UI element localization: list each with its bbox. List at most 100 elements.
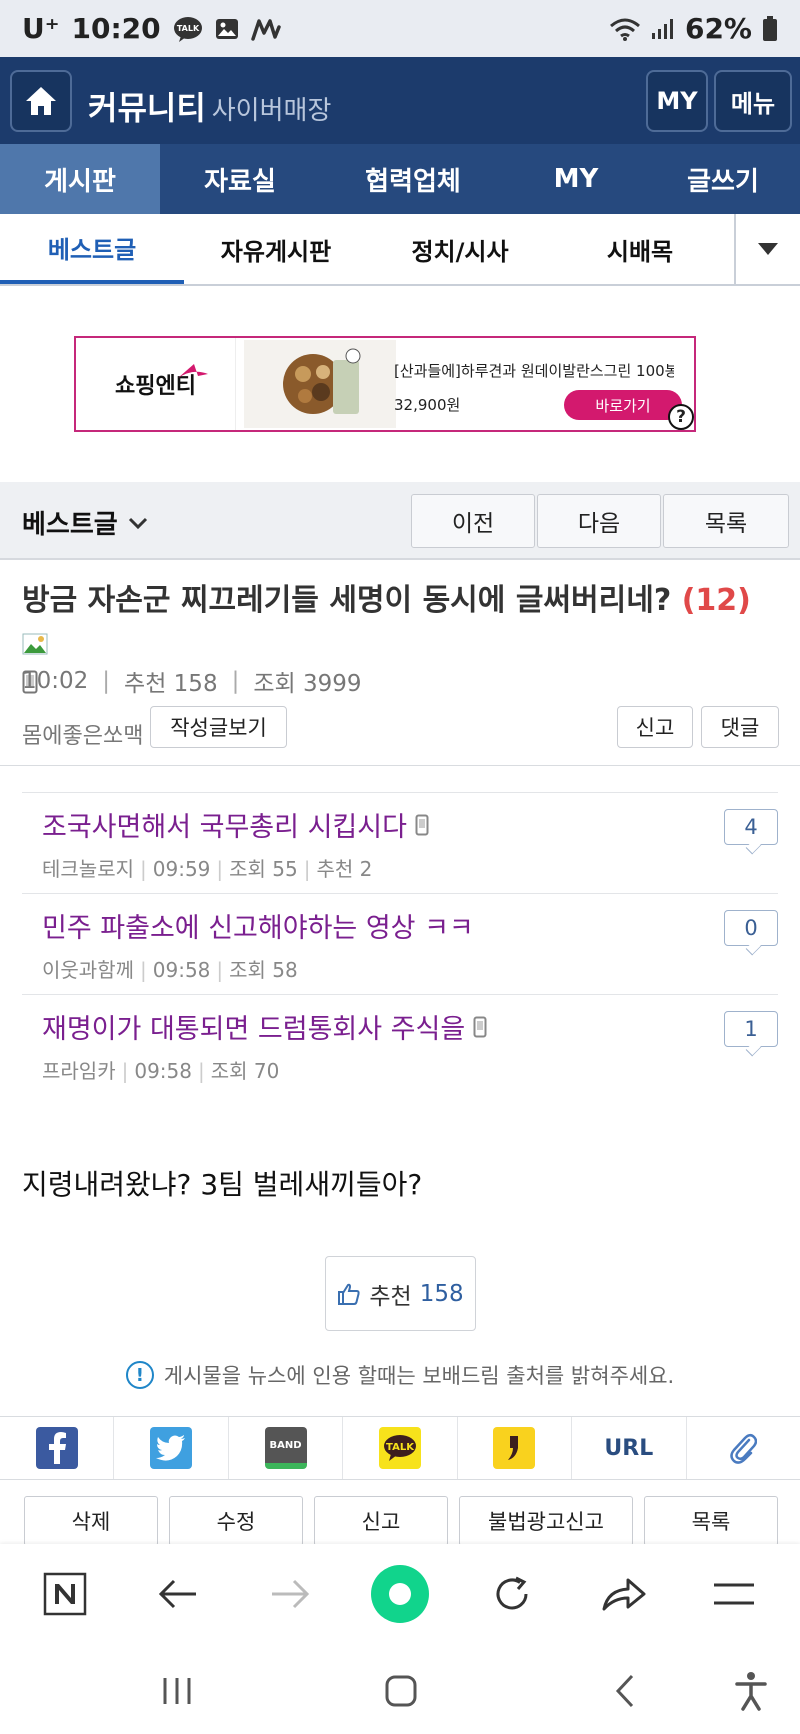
ad-help-icon[interactable]: ? — [668, 404, 694, 430]
share-band[interactable]: BAND — [229, 1417, 344, 1479]
ad-banner[interactable]: 쇼핑엔티 [산과들에]하루견과 원데이발란스그린 100봉 ... 32,900… — [74, 336, 696, 432]
sub-nav: 베스트글 자유게시판 정치/시사 시배목 — [0, 214, 800, 286]
info-icon: ! — [125, 1361, 154, 1389]
share-twitter[interactable] — [114, 1417, 229, 1479]
clock: 10:20 — [71, 12, 161, 45]
menu-button[interactable]: 메뉴 — [714, 70, 792, 132]
share-url[interactable]: URL — [572, 1417, 687, 1479]
mobile-icon — [415, 814, 429, 835]
home-icon — [26, 87, 56, 115]
prev-button[interactable]: 이전 — [411, 494, 535, 548]
main-nav-board[interactable]: 게시판 — [0, 144, 160, 214]
share-bar: BAND TALK URL — [0, 1416, 800, 1480]
dropdown-triangle-icon — [758, 243, 778, 255]
site-brand[interactable]: 커뮤니티 사이버매장 — [88, 83, 331, 129]
related-post[interactable]: 조국사면해서 국무총리 시킵시다 테크놀로지 | 09:59 | 조회 55 | 추천 2 … — [22, 792, 778, 892]
svg-text:TALK: TALK — [176, 24, 199, 33]
battery-percent: 62% — [684, 12, 752, 45]
related-post-title[interactable]: 민주 파출소에 신고해야하는 영상 ㅋㅋ — [42, 906, 474, 945]
edit-button[interactable]: 수정 — [169, 1496, 303, 1546]
list-button[interactable]: 목록 — [663, 494, 789, 548]
home-system-button[interactable] — [376, 1666, 426, 1716]
main-nav-write[interactable]: 글쓰기 — [646, 144, 800, 214]
twitter-icon — [150, 1427, 193, 1469]
ad-logo: 쇼핑엔티 — [76, 338, 236, 430]
naver-button[interactable] — [37, 1566, 93, 1622]
main-nav-partners[interactable]: 협력업체 — [320, 144, 506, 214]
post-actions: 삭제 수정 신고 불법광고신고 목록 — [0, 1496, 800, 1546]
share-clip[interactable] — [687, 1417, 800, 1479]
whale-home-button[interactable] — [370, 1564, 430, 1624]
share-facebook[interactable] — [0, 1417, 115, 1479]
related-post-title[interactable]: 조국사면해서 국무총리 시킵시다 — [42, 805, 407, 844]
sub-nav-politics[interactable]: 정치/시사 — [368, 214, 552, 284]
forward-button[interactable] — [262, 1566, 318, 1622]
back-system-button[interactable] — [600, 1666, 650, 1716]
sub-nav-dropdown[interactable] — [734, 214, 800, 284]
related-post[interactable]: 재명이가 대통되면 드럼통회사 주식을 프라임카 | 09:58 | 조회 70 1 — [22, 994, 778, 1094]
main-nav-archive[interactable]: 자료실 — [160, 144, 320, 214]
back-button[interactable] — [150, 1566, 206, 1622]
post-body: 지령내려왔냐? 3팀 벌레새끼들아? — [22, 1168, 423, 1201]
share-page-button[interactable] — [596, 1566, 652, 1622]
main-nav: 게시판 자료실 협력업체 MY 글쓰기 — [0, 144, 800, 214]
related-post-time: 09:59 — [152, 857, 211, 881]
related-post-author: 프라임카 — [42, 1059, 116, 1083]
report-post-button[interactable]: 신고 — [314, 1496, 448, 1546]
battery-icon — [762, 15, 778, 42]
chevron-left-icon — [615, 1674, 634, 1708]
naver-n-icon — [43, 1572, 87, 1616]
url-label: URL — [604, 1435, 654, 1461]
share-kakaotalk[interactable]: TALK — [343, 1417, 458, 1479]
home-button[interactable] — [10, 70, 72, 132]
gallery-notification-icon — [215, 17, 239, 41]
ad-go-button[interactable]: 바로가기 — [564, 390, 682, 420]
related-post-author: 테크놀로지 — [42, 857, 134, 881]
related-post-views: 조회 58 — [229, 958, 298, 982]
comment-count[interactable]: (12) — [682, 583, 751, 618]
facebook-icon — [35, 1427, 78, 1469]
arrow-right-icon — [272, 1579, 310, 1609]
accessibility-button[interactable] — [726, 1666, 776, 1716]
delete-button[interactable]: 삭제 — [24, 1496, 158, 1546]
sub-nav-sibaemok[interactable]: 시배목 — [552, 214, 728, 284]
recommend-button[interactable]: 추천 158 — [325, 1256, 476, 1331]
post-views: 조회 3999 — [253, 671, 362, 697]
related-post-comment-bubble[interactable]: 4 — [724, 809, 778, 845]
browser-menu-button[interactable] — [706, 1566, 762, 1622]
share-kakaostory[interactable] — [458, 1417, 573, 1479]
reload-button[interactable] — [484, 1566, 540, 1622]
ad-price: 32,900원 — [394, 396, 461, 414]
related-post-title[interactable]: 재명이가 대통되면 드럼통회사 주식을 — [42, 1007, 465, 1046]
comment-button[interactable]: 댓글 — [701, 706, 779, 748]
related-post[interactable]: 민주 파출소에 신고해야하는 영상 ㅋㅋ 이웃과함께 | 09:58 | 조회 58 0 — [22, 893, 778, 993]
next-button[interactable]: 다음 — [537, 494, 661, 548]
recents-button[interactable] — [152, 1666, 202, 1716]
my-button[interactable]: MY — [646, 70, 708, 132]
recommend-count: 158 — [419, 1280, 464, 1307]
board-selector[interactable]: 베스트글 — [22, 504, 148, 541]
green-circle-icon — [371, 1565, 429, 1623]
chevron-down-icon — [128, 517, 147, 529]
band-icon: BAND — [264, 1427, 307, 1469]
home-square-icon — [385, 1675, 417, 1707]
main-nav-my[interactable]: MY — [506, 144, 646, 214]
hamburger-icon — [714, 1583, 754, 1605]
list-bottom-button[interactable]: 목록 — [644, 1496, 778, 1546]
browser-toolbar — [0, 1544, 800, 1644]
post-title-text: 방금 자손군 찌끄레기들 세명이 동시에 글써버리네? — [22, 583, 672, 618]
post-time: 10:02 — [22, 668, 89, 694]
related-post-views: 조회 55 — [229, 857, 298, 881]
sub-nav-free-board[interactable]: 자유게시판 — [184, 214, 368, 284]
report-ad-button[interactable]: 불법광고신고 — [459, 1496, 633, 1546]
related-post-time: 09:58 — [152, 958, 211, 982]
post-recommend: 추천 158 — [124, 671, 218, 697]
arrow-left-icon — [158, 1579, 196, 1609]
related-post-comment-bubble[interactable]: 0 — [724, 910, 778, 946]
post-author[interactable]: 몸에좋은쏘맥 — [22, 718, 143, 750]
sub-nav-best[interactable]: 베스트글 — [0, 214, 184, 284]
related-post-comment-bubble[interactable]: 1 — [724, 1011, 778, 1047]
report-button[interactable]: 신고 — [617, 706, 693, 748]
ad-title: [산과들에]하루견과 원데이발란스그린 100봉 ... — [394, 362, 674, 380]
view-author-posts-button[interactable]: 작성글보기 — [150, 706, 287, 748]
